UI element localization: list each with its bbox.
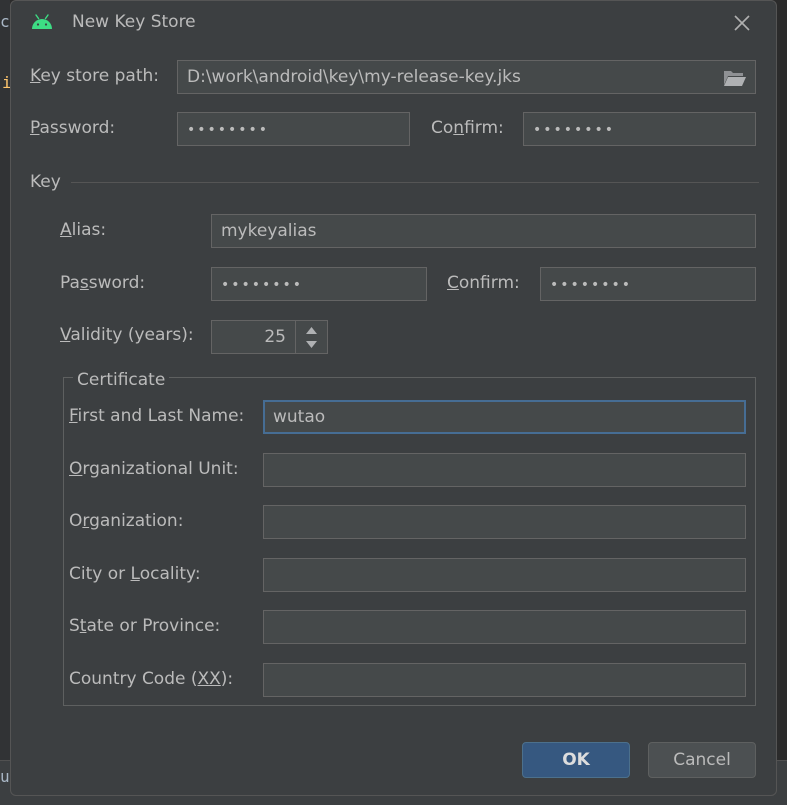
background-text: u [0, 767, 10, 786]
folder-open-icon[interactable] [723, 69, 747, 87]
key-password-value: •••••••• [221, 277, 304, 293]
keystore-password-label: Password: [30, 118, 116, 138]
key-confirm-field[interactable]: •••••••• [540, 267, 756, 301]
first-last-name-label: First and Last Name: [69, 406, 245, 426]
new-key-store-dialog: New Key Store Key store path: D:\work\an… [10, 0, 777, 796]
background-text: c [0, 12, 10, 31]
editor-gutter [0, 0, 10, 760]
alias-label: Alias: [60, 220, 107, 240]
first-last-name-field[interactable]: wutao [263, 400, 746, 434]
key-section-divider [71, 182, 759, 183]
key-password-label: Password: [60, 273, 146, 293]
keystore-confirm-value: •••••••• [533, 122, 616, 138]
spinner-down-icon[interactable] [296, 337, 327, 353]
country-code-label: Country Code (XX): [69, 669, 234, 689]
city-locality-field[interactable] [263, 558, 746, 592]
key-section-title: Key [30, 172, 61, 192]
organizational-unit-label: Organizational Unit: [69, 459, 239, 479]
cancel-button[interactable]: Cancel [648, 742, 756, 778]
validity-spinner[interactable] [295, 320, 328, 354]
key-password-field[interactable]: •••••••• [211, 267, 427, 301]
certificate-legend: Certificate [73, 370, 170, 390]
state-province-label: State or Province: [69, 616, 221, 636]
close-icon[interactable] [729, 10, 755, 36]
alias-field[interactable]: mykeyalias [211, 214, 756, 248]
dialog-title: New Key Store [72, 12, 196, 32]
keystore-path-value: D:\work\android\key\my-release-key.jks [187, 67, 521, 87]
keystore-confirm-field[interactable]: •••••••• [523, 112, 756, 146]
city-locality-label: City or Locality: [69, 564, 201, 584]
first-last-name-value: wutao [273, 407, 326, 427]
key-confirm-value: •••••••• [550, 277, 633, 293]
keystore-path-field[interactable]: D:\work\android\key\my-release-key.jks [177, 60, 756, 94]
organization-field[interactable] [263, 505, 746, 539]
alias-value: mykeyalias [221, 221, 317, 241]
organization-label: Organization: [69, 511, 184, 531]
keystore-path-label: Key store path: [30, 66, 160, 86]
key-confirm-label: Confirm: [447, 273, 520, 293]
spinner-up-icon[interactable] [296, 322, 327, 338]
organizational-unit-field[interactable] [263, 453, 746, 487]
country-code-field[interactable] [263, 663, 746, 697]
android-icon [32, 14, 52, 29]
keystore-password-field[interactable]: •••••••• [177, 112, 410, 146]
validity-value: 25 [264, 327, 286, 347]
keystore-password-value: •••••••• [187, 122, 270, 138]
ok-button[interactable]: OK [522, 742, 630, 778]
keystore-confirm-label: Confirm: [431, 118, 504, 138]
dialog-titlebar: New Key Store [11, 1, 776, 45]
validity-label: Validity (years): [60, 325, 194, 345]
state-province-field[interactable] [263, 610, 746, 644]
validity-input[interactable]: 25 [211, 320, 296, 354]
